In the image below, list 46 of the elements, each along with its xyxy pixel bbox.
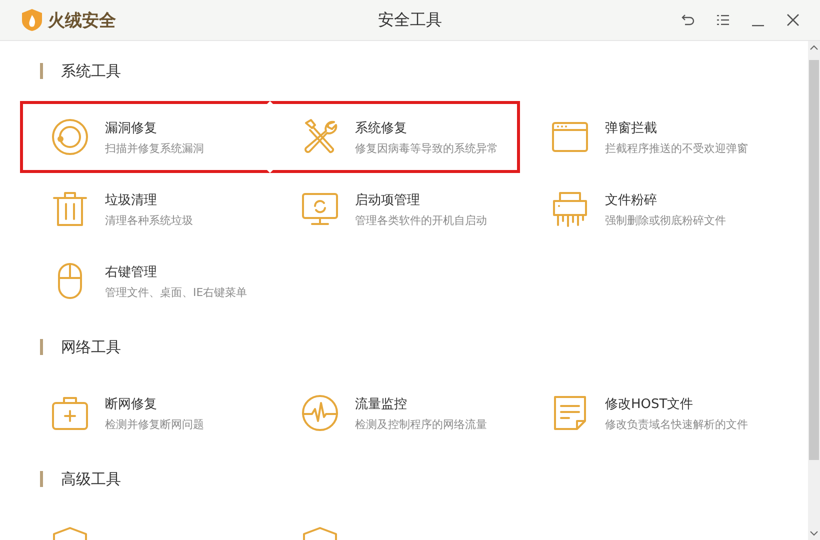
close-icon[interactable] [786,13,800,27]
tool-item[interactable]: 断网修复 检测并修复断网问题 [20,377,270,449]
tool-name: 垃圾清理 [105,192,158,208]
window-title: 安全工具 [377,10,443,30]
tool-item[interactable]: 漏洞修复 扫描并修复系统漏洞 [20,101,270,173]
section-title: 高级工具 [61,470,121,488]
undo-icon[interactable] [681,13,695,27]
tool-item[interactable]: 流量监控 检测及控制程序的网络流量 [270,377,520,449]
tool-description: 强制删除或彻底粉碎文件 [605,212,726,228]
tool-description: 管理文件、桌面、IE右键菜单 [105,284,248,300]
tool-item[interactable]: 右键管理 管理文件、桌面、IE右键菜单 [20,245,270,317]
scroll-down-icon[interactable] [810,531,818,536]
tool-description: 检测及控制程序的网络流量 [355,416,487,432]
tool-description: 清理各种系统垃圾 [105,212,193,228]
tool-name: 右键管理 [105,264,158,280]
tool-description: 检测并修复断网问题 [105,416,204,432]
tool-name: 系统修复 [355,120,408,136]
tool-item[interactable]: 启动项管理 管理各类软件的开机自启动 [270,173,520,245]
tool-name: 漏洞修复 [105,120,158,136]
section-title: 网络工具 [61,338,121,356]
tool-name: 流量监控 [355,396,408,412]
tool-description: 修复因病毒等导致的系统异常 [355,140,498,156]
section-title: 系统工具 [61,62,121,80]
tool-description: 修改负责域名快速解析的文件 [605,416,748,432]
tool-description: 管理各类软件的开机自启动 [355,212,487,228]
tool-name: 文件粉碎 [605,192,658,208]
tool-item[interactable]: 垃圾清理 清理各种系统垃圾 [20,173,270,245]
tool-item[interactable]: 弹窗拦截 拦截程序推送的不受欢迎弹窗 [520,101,770,173]
app-name: 火绒安全 [48,10,116,32]
scrollbar[interactable] [808,41,820,540]
tool-description: 扫描并修复系统漏洞 [105,140,204,156]
scroll-up-icon[interactable] [810,45,818,50]
tool-name: 断网修复 [105,396,158,412]
menu-icon[interactable] [716,13,730,27]
tool-description: 拦截程序推送的不受欢迎弹窗 [605,140,748,156]
trash-can-icon [50,189,90,229]
tool-item[interactable]: 文件粉碎 强制删除或彻底粉碎文件 [520,173,770,245]
paper-shredder-icon [550,189,590,229]
tool-name: 弹窗拦截 [605,120,658,136]
tool-name: 修改HOST文件 [605,396,694,412]
lifebuoy-icon [50,117,90,157]
shield-flame-logo-icon [22,9,42,31]
tool-item[interactable]: 系统修复 修复因病毒等导致的系统异常 [270,101,520,173]
tool-name: 启动项管理 [355,192,421,208]
tool-item[interactable]: 修改HOST文件 修改负责域名快速解析的文件 [520,377,770,449]
pulse-circle-icon [300,393,340,433]
